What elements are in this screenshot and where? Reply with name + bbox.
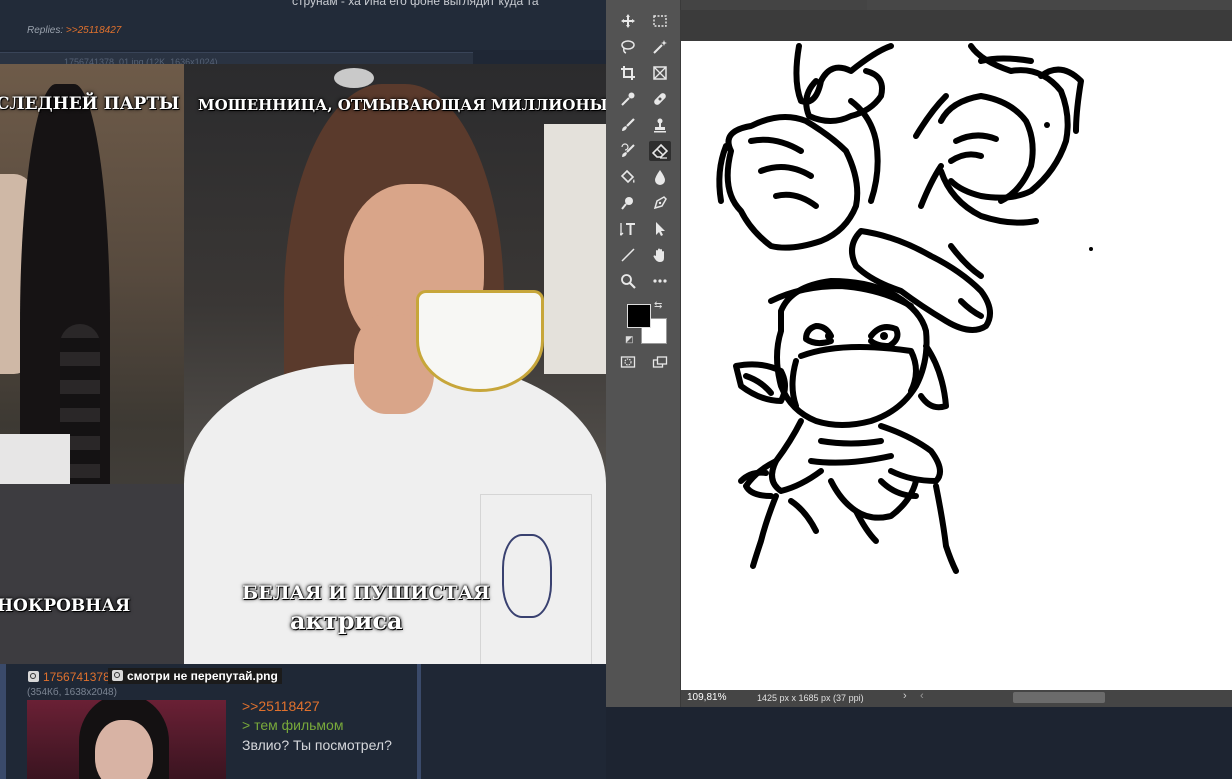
quick-mask-icon[interactable] <box>617 352 639 372</box>
meme-left-panel <box>0 64 184 664</box>
zoom-level[interactable]: 109,81% <box>687 692 726 703</box>
crest-emblem <box>502 534 552 618</box>
search-icon[interactable] <box>28 671 39 682</box>
post-border <box>417 664 421 779</box>
marquee-tool-icon[interactable] <box>649 11 671 31</box>
post-thumbnail[interactable] <box>27 700 226 779</box>
teacup-shape <box>416 290 544 392</box>
document-tab[interactable] <box>681 0 868 10</box>
paint-bucket-tool-icon[interactable] <box>617 167 639 187</box>
type-tool-icon[interactable] <box>617 219 639 239</box>
meme-caption: НОКРОВНАЯ <box>0 596 131 616</box>
healing-brush-tool-icon[interactable] <box>649 89 671 109</box>
history-brush-tool-icon[interactable] <box>617 141 639 161</box>
scroll-left-arrow-icon[interactable]: ‹ <box>920 690 924 702</box>
blur-tool-icon[interactable] <box>649 167 671 187</box>
meme-image[interactable]: СЛЕДНЕЙ ПАРТЫ МОШЕННИЦА, ОТМЫВАЮЩАЯ МИЛЛ… <box>0 64 606 664</box>
greentext-quote: > тем фильмом <box>242 717 344 733</box>
window-shape <box>544 124 606 374</box>
document-tab-area <box>867 0 1232 10</box>
crop-tool-icon[interactable] <box>617 63 639 83</box>
hair-clip-shape <box>334 68 374 88</box>
face-shape <box>95 720 153 779</box>
file-meta: (354Кб, 1638x2048) <box>27 687 117 698</box>
reply-backlink[interactable]: >>25118427 <box>66 25 121 36</box>
pen-tool-icon[interactable] <box>649 193 671 213</box>
post-text: струнам - ха Ина его фоне выглядит куда … <box>292 0 539 8</box>
eraser-tool-icon[interactable] <box>649 141 671 161</box>
replies-line: Replies: >>25118427 <box>27 25 121 36</box>
frame-tool-icon[interactable] <box>649 63 671 83</box>
screen-mode-icon[interactable] <box>649 352 671 372</box>
meme-caption: МОШЕННИЦА, ОТМЫВАЮЩАЯ МИЛЛИОНЫ ДОЛЛ <box>198 96 606 114</box>
drawing-canvas[interactable] <box>681 41 1232 690</box>
foreground-color-swatch[interactable] <box>627 304 651 328</box>
path-selection-tool-icon[interactable] <box>649 219 671 239</box>
meme-right-panel <box>184 64 606 664</box>
line-tool-icon[interactable] <box>617 245 639 265</box>
search-icon <box>112 670 123 681</box>
tooltip-text: смотри не перепутай.png <box>127 669 278 683</box>
magic-wand-tool-icon[interactable] <box>649 37 671 57</box>
swap-colors-icon[interactable]: ⇆ <box>654 300 662 311</box>
file-name-tooltip: смотри не перепутай.png <box>108 668 282 684</box>
move-tool-icon[interactable] <box>617 11 639 31</box>
tools-panel <box>606 0 681 712</box>
meme-caption: СЛЕДНЕЙ ПАРТЫ <box>0 94 180 114</box>
meme-caption: актриса <box>290 606 403 635</box>
brush-tool-icon[interactable] <box>617 115 639 135</box>
reply-body: Звлио? Ты посмотрел? <box>242 737 392 753</box>
default-colors-icon[interactable]: ◩ <box>625 334 634 345</box>
eyedropper-tool-icon[interactable] <box>617 89 639 109</box>
file-link[interactable]: 1756741378 <box>28 670 110 684</box>
hand-tool-icon[interactable] <box>649 245 671 265</box>
horizontal-scrollbar-thumb[interactable] <box>1013 692 1105 703</box>
more-tools-icon[interactable] <box>649 271 671 291</box>
reply-quote-link[interactable]: >>25118427 <box>242 698 320 714</box>
dodge-tool-icon[interactable] <box>617 193 639 213</box>
desktop-background <box>606 707 1232 779</box>
file-name[interactable]: 1756741378 <box>43 670 110 684</box>
meme-caption: БЕЛАЯ И ПУШИСТАЯ <box>242 582 490 604</box>
zoom-tool-icon[interactable] <box>617 271 639 291</box>
lasso-tool-icon[interactable] <box>617 37 639 57</box>
sketch-drawing <box>716 43 1093 574</box>
status-menu-arrow-icon[interactable]: › <box>903 690 907 702</box>
document-dimensions: 1425 px x 1685 px (37 ppi) <box>757 693 864 703</box>
replies-label: Replies: <box>27 25 64 36</box>
clone-stamp-tool-icon[interactable] <box>649 115 671 135</box>
jacket-shape <box>0 484 184 664</box>
